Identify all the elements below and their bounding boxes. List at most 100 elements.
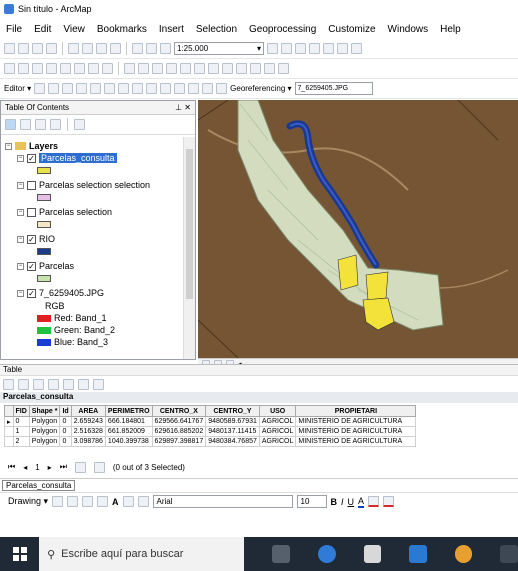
table-cell[interactable]: MINISTERIO DE AGRICULTURA: [295, 426, 417, 437]
select-elements-icon[interactable]: [52, 496, 64, 507]
layer-visibility-checkbox[interactable]: ✓: [27, 153, 36, 163]
underline-icon[interactable]: U: [348, 497, 355, 507]
layer-parcelas[interactable]: − ✓ Parcelas: [17, 261, 74, 271]
measure-icon[interactable]: [208, 63, 219, 74]
last-record-icon[interactable]: ⏭: [60, 462, 67, 472]
text-tool-icon[interactable]: A: [112, 497, 119, 507]
green-band-swatch[interactable]: [37, 326, 51, 334]
layer-parcelas-consulta[interactable]: − ✓ Parcelas_consulta: [17, 153, 117, 163]
undo-icon[interactable]: [132, 43, 143, 54]
map-canvas[interactable]: [198, 100, 518, 358]
time-slider-icon[interactable]: [264, 63, 275, 74]
table-cell[interactable]: 2.516328: [70, 426, 106, 437]
table-cell[interactable]: 2.659243: [70, 416, 106, 427]
table-cell[interactable]: 629616.885202: [151, 426, 207, 437]
map-scale-select[interactable]: 1:25.000 ▾: [174, 42, 264, 55]
collapse-icon[interactable]: −: [17, 262, 24, 270]
bold-icon[interactable]: B: [331, 497, 338, 507]
add-data-icon[interactable]: [160, 43, 171, 54]
table-cell[interactable]: 9480384.76857: [205, 436, 260, 447]
menu-geoprocessing[interactable]: Geoprocessing: [249, 24, 316, 35]
blue-band-swatch[interactable]: [37, 338, 51, 346]
cut-polygons-icon[interactable]: [146, 83, 158, 94]
fixed-zoom-in-icon[interactable]: [60, 63, 71, 74]
toc-scrollbar[interactable]: [183, 137, 195, 359]
layer-symbol-swatch[interactable]: [37, 248, 51, 255]
layer-rio[interactable]: − ✓ RIO: [17, 234, 55, 244]
create-features-icon[interactable]: [216, 83, 228, 94]
table-cell[interactable]: 9480589.67931: [205, 416, 260, 427]
forward-extent-icon[interactable]: [102, 63, 113, 74]
column-header[interactable]: Shape *: [28, 405, 61, 417]
collapse-icon[interactable]: −: [17, 154, 24, 162]
reshape-icon[interactable]: [132, 83, 144, 94]
toc-options-icon[interactable]: [74, 119, 85, 130]
drawing-menu[interactable]: Drawing ▾: [8, 496, 48, 507]
list-by-source-icon[interactable]: [20, 119, 31, 130]
catalog-icon[interactable]: [295, 43, 306, 54]
end-point-arc-icon[interactable]: [76, 83, 88, 94]
table-cell[interactable]: 629897.398817: [151, 436, 207, 447]
red-band-swatch[interactable]: [37, 314, 51, 322]
table-cell[interactable]: 1040.399738: [104, 436, 153, 447]
fixed-zoom-out-icon[interactable]: [74, 63, 85, 74]
georef-layer-select[interactable]: 7_6259405.JPG: [294, 82, 373, 95]
row-selector[interactable]: [4, 426, 14, 437]
split-icon[interactable]: [160, 83, 172, 94]
table-cell[interactable]: 3.098786: [70, 436, 106, 447]
next-record-icon[interactable]: ▸: [48, 463, 52, 472]
edit-vertices-icon[interactable]: [122, 496, 134, 507]
italic-icon[interactable]: I: [341, 497, 344, 507]
mail-icon[interactable]: [409, 545, 427, 563]
toc-close-icon[interactable]: ⊥ ✕: [175, 103, 191, 112]
layer-symbol-swatch[interactable]: [37, 194, 51, 201]
show-all-records-icon[interactable]: [74, 461, 86, 473]
table-cell[interactable]: 0: [59, 436, 72, 447]
tab-parcelas-consulta[interactable]: Parcelas_consulta: [2, 480, 76, 491]
table-cell[interactable]: 0: [12, 416, 30, 427]
redo-icon[interactable]: [146, 43, 157, 54]
table-options-icon[interactable]: [3, 378, 14, 390]
open-icon[interactable]: [18, 43, 29, 54]
go-to-xy-icon[interactable]: [250, 63, 261, 74]
zoom-to-selected-icon[interactable]: [78, 378, 89, 390]
first-record-icon[interactable]: ⏮: [8, 462, 15, 472]
selected-parcel-0[interactable]: [337, 254, 359, 291]
layer-visibility-checkbox[interactable]: ✓: [27, 234, 36, 244]
search-window-icon[interactable]: [309, 43, 320, 54]
editor-toolbar-icon[interactable]: [267, 43, 278, 54]
full-extent-icon[interactable]: [46, 63, 57, 74]
find-icon[interactable]: [222, 63, 233, 74]
clear-table-selection-icon[interactable]: [63, 378, 74, 390]
python-icon[interactable]: [337, 43, 348, 54]
list-by-visibility-icon[interactable]: [35, 119, 46, 130]
print-icon[interactable]: [46, 43, 57, 54]
pan-icon[interactable]: [32, 63, 43, 74]
menu-selection[interactable]: Selection: [196, 24, 237, 35]
column-header[interactable]: Id: [59, 405, 72, 417]
map-view[interactable]: [198, 100, 518, 358]
edit-annotation-icon[interactable]: [48, 83, 60, 94]
delete-icon[interactable]: [110, 43, 121, 54]
table-cell[interactable]: 666.184801: [104, 416, 153, 427]
row-selector-current[interactable]: ▸: [4, 416, 14, 427]
table-cell[interactable]: 2: [12, 436, 30, 447]
layer-symbol-swatch[interactable]: [37, 221, 51, 228]
editor-menu[interactable]: Editor ▾: [4, 84, 31, 93]
table-of-contents-icon[interactable]: [281, 43, 292, 54]
table-cell[interactable]: MINISTERIO DE AGRICULTURA: [295, 416, 417, 427]
current-record-number[interactable]: 1: [35, 463, 39, 472]
chrome-icon[interactable]: [454, 545, 473, 563]
layer-visibility-checkbox[interactable]: ✓: [27, 288, 36, 298]
menu-customize[interactable]: Customize: [328, 24, 375, 35]
column-header[interactable]: CENTRO_Y: [205, 405, 260, 417]
model-builder-icon[interactable]: [351, 43, 362, 54]
line-color-icon[interactable]: [383, 496, 395, 507]
table-cell[interactable]: Polygon: [28, 416, 61, 427]
layer-symbol-swatch[interactable]: [37, 275, 51, 282]
save-icon[interactable]: [32, 43, 43, 54]
layer-visibility-checkbox[interactable]: [27, 180, 36, 190]
layer-visibility-checkbox[interactable]: ✓: [27, 261, 36, 271]
table-cell[interactable]: AGRICOL: [258, 436, 297, 447]
taskbar-search-box[interactable]: ⚲ Escribe aquí para buscar: [39, 537, 245, 571]
